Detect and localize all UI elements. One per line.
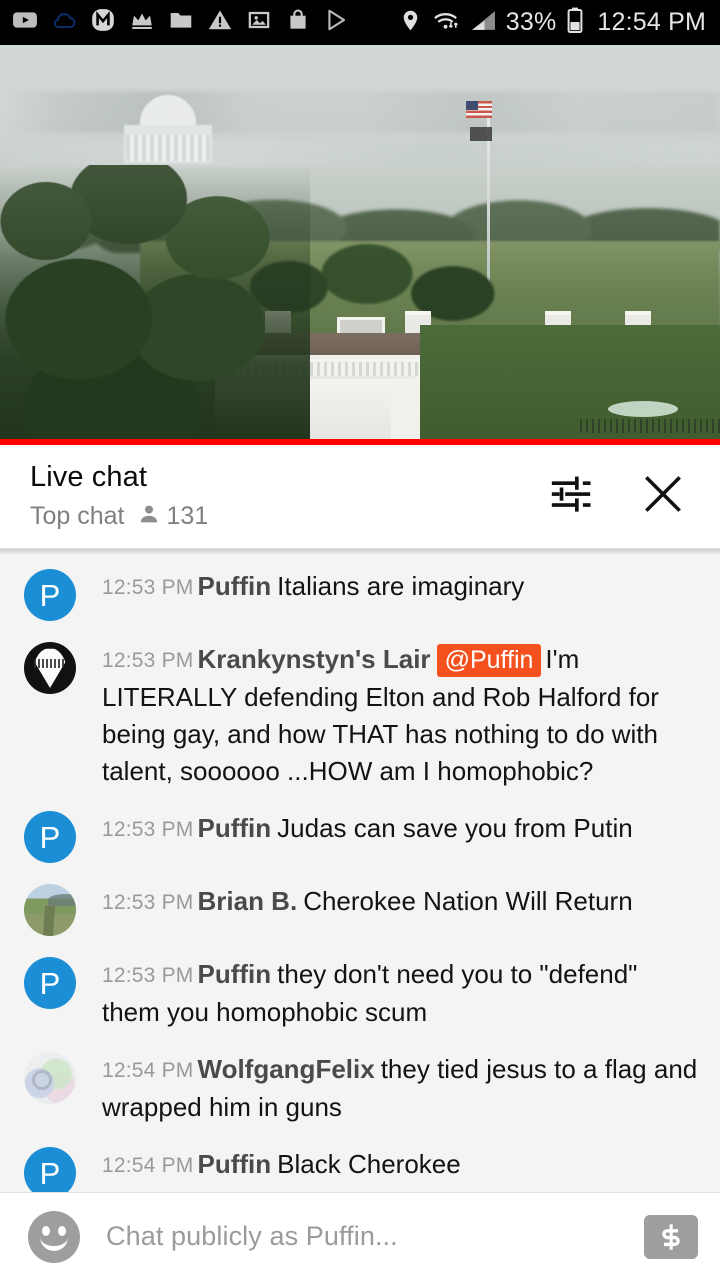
chat-message-body: 12:53 PM Brian B. Cherokee Nation Will Ret… bbox=[102, 881, 698, 936]
fountain bbox=[608, 401, 678, 417]
location-pin-icon bbox=[398, 8, 423, 38]
video-skyline bbox=[0, 91, 720, 133]
avatar-initial: P bbox=[39, 1155, 61, 1191]
fence bbox=[580, 419, 720, 433]
message-mention: @Puffin bbox=[436, 644, 542, 677]
cell-signal-icon bbox=[470, 8, 497, 38]
viewer-count-value: 131 bbox=[166, 502, 209, 531]
status-bar-clock: 12:54 PM bbox=[597, 8, 706, 36]
message-author[interactable]: Puffin bbox=[198, 813, 272, 843]
close-x-icon[interactable] bbox=[638, 469, 688, 524]
video-left-trees bbox=[0, 165, 310, 445]
message-timestamp: 12:54 PM bbox=[102, 1154, 194, 1177]
crown-icon bbox=[129, 7, 155, 38]
chat-message-body: 12:54 PM WolfgangFelix they tied jesus to … bbox=[102, 1049, 698, 1126]
chat-input-bar: Chat publicly as Puffin... bbox=[0, 1192, 720, 1280]
message-author[interactable]: Krankynstyn's Lair bbox=[198, 644, 431, 674]
shopping-bag-icon bbox=[285, 7, 311, 38]
live-chat-header: Live chat Top chat 131 bbox=[0, 445, 720, 549]
chat-message-input[interactable]: Chat publicly as Puffin... bbox=[106, 1221, 644, 1252]
jefferson-memorial bbox=[118, 95, 218, 165]
message-timestamp: 12:53 PM bbox=[102, 818, 194, 841]
message-author[interactable]: Brian B. bbox=[198, 886, 298, 916]
avatar-initial: P bbox=[39, 577, 61, 613]
avatar-initial: P bbox=[39, 819, 61, 855]
chat-message[interactable]: P 12:53 PM Puffin Italians are imaginary bbox=[0, 557, 720, 630]
message-author[interactable]: Puffin bbox=[198, 1149, 272, 1179]
message-author[interactable]: Puffin bbox=[198, 959, 272, 989]
tune-sliders-icon[interactable] bbox=[548, 471, 594, 522]
status-bar: 33% 12:54 PM bbox=[0, 0, 720, 45]
video-player[interactable] bbox=[0, 45, 720, 445]
avatar[interactable]: P bbox=[24, 957, 76, 1009]
message-author[interactable]: Puffin bbox=[198, 571, 272, 601]
viewer-count: 131 bbox=[137, 502, 209, 531]
message-author[interactable]: WolfgangFelix bbox=[198, 1054, 375, 1084]
warning-icon bbox=[207, 7, 233, 38]
chat-message-body: 12:53 PM Puffin they don't need you to "de… bbox=[102, 954, 698, 1031]
us-flag-canton bbox=[466, 101, 478, 110]
dollar-sign-icon[interactable] bbox=[644, 1214, 698, 1259]
person-icon bbox=[137, 502, 161, 531]
wifi-transfer-icon bbox=[432, 8, 461, 38]
scroll-shadow bbox=[0, 549, 720, 555]
avatar-initial: P bbox=[39, 965, 61, 1001]
chat-message[interactable]: 12:53 PM Krankynstyn's Lair @Puffin I'm LIT… bbox=[0, 630, 720, 799]
message-timestamp: 12:53 PM bbox=[102, 649, 194, 672]
avatar[interactable]: P bbox=[24, 811, 76, 863]
emoji-smiley-icon[interactable] bbox=[28, 1210, 80, 1263]
live-chat-actions bbox=[548, 469, 694, 524]
play-store-icon bbox=[324, 7, 350, 38]
status-bar-system-icons: 33% 12:54 PM bbox=[398, 7, 706, 38]
live-chat-subheader: Top chat 131 bbox=[30, 502, 548, 531]
chat-message-body: 12:53 PM Krankynstyn's Lair @Puffin I'm LIT… bbox=[102, 639, 698, 790]
avatar[interactable] bbox=[24, 884, 76, 936]
live-chat-title: Live chat bbox=[30, 460, 147, 493]
avatar[interactable] bbox=[24, 1052, 76, 1104]
message-text: Italians are imaginary bbox=[277, 571, 525, 601]
photo-icon bbox=[246, 7, 272, 38]
cloud-icon bbox=[51, 7, 77, 38]
chat-message-list[interactable]: P 12:53 PM Puffin Italians are imaginary 1… bbox=[0, 549, 720, 1197]
live-chat-titles: Live chat Top chat 131 bbox=[30, 460, 548, 532]
message-timestamp: 12:53 PM bbox=[102, 576, 194, 599]
battery-percent: 33% bbox=[505, 8, 557, 36]
pow-flag bbox=[470, 127, 492, 141]
chat-message[interactable]: P 12:53 PM Puffin they don't need you to "… bbox=[0, 945, 720, 1040]
message-timestamp: 12:54 PM bbox=[102, 1059, 194, 1082]
avatar[interactable]: P bbox=[24, 1147, 76, 1197]
status-bar-notification-icons bbox=[12, 7, 398, 38]
chat-message[interactable]: 12:53 PM Brian B. Cherokee Nation Will Ret… bbox=[0, 872, 720, 945]
chat-message[interactable]: P 12:53 PM Puffin Judas can save you from … bbox=[0, 799, 720, 872]
m-badge-icon bbox=[90, 7, 116, 38]
message-text: Cherokee Nation Will Return bbox=[303, 886, 633, 916]
avatar[interactable] bbox=[24, 642, 76, 694]
battery-icon bbox=[565, 7, 585, 38]
message-timestamp: 12:53 PM bbox=[102, 891, 194, 914]
chat-mode-label[interactable]: Top chat bbox=[30, 502, 125, 531]
folder-icon bbox=[168, 7, 194, 38]
avatar[interactable]: P bbox=[24, 569, 76, 621]
message-text: Black Cherokee bbox=[277, 1149, 461, 1179]
app-screen: 33% 12:54 PM Live chat Top chat 131 P 12… bbox=[0, 0, 720, 1280]
message-timestamp: 12:53 PM bbox=[102, 964, 194, 987]
chat-message-body: 12:53 PM Puffin Italians are imaginary bbox=[102, 566, 698, 621]
chat-message[interactable]: 12:54 PM WolfgangFelix they tied jesus to … bbox=[0, 1040, 720, 1135]
youtube-icon bbox=[12, 7, 38, 38]
message-text: Judas can save you from Putin bbox=[277, 813, 633, 843]
chat-message[interactable]: P 12:54 PM Puffin Black Cherokee bbox=[0, 1135, 720, 1197]
chat-message-body: 12:54 PM Puffin Black Cherokee bbox=[102, 1144, 698, 1197]
chat-message-body: 12:53 PM Puffin Judas can save you from Pu… bbox=[102, 808, 698, 863]
